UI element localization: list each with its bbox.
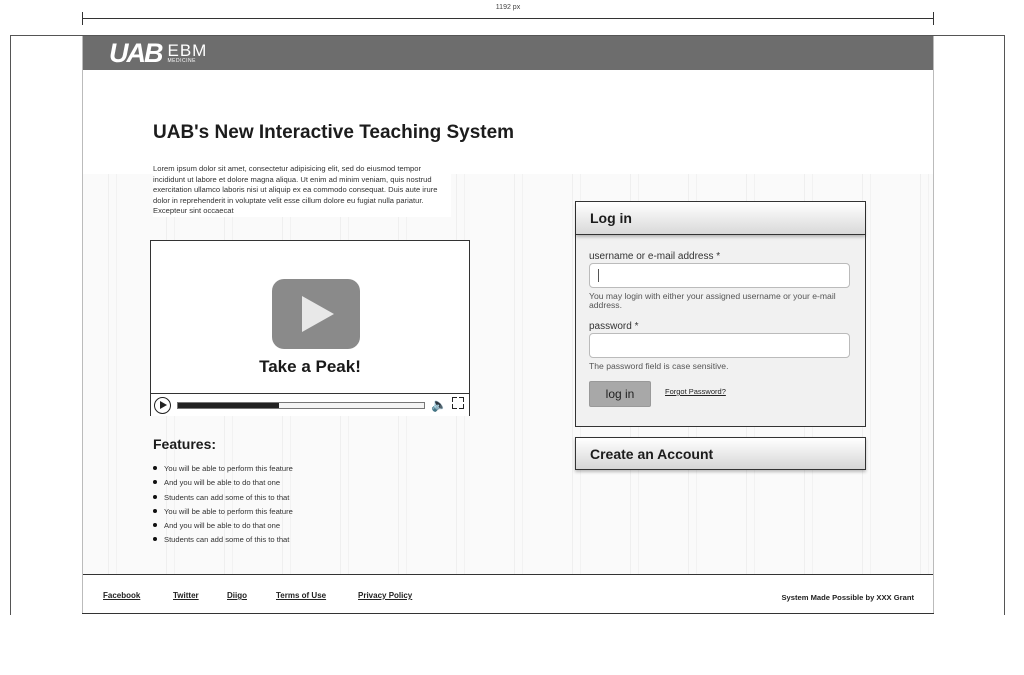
forgot-password-link[interactable]: Forgot Password?	[665, 387, 726, 396]
password-label: password *	[589, 321, 639, 332]
intro-text: Lorem ipsum dolor sit amet, consectetur …	[153, 164, 451, 217]
logo-ebm-text: EBM	[167, 41, 208, 60]
page-bottom-border	[82, 613, 934, 614]
video-caption: Take a Peak!	[259, 357, 361, 376]
feature-item: You will be able to perform this feature	[153, 505, 293, 519]
page: UAB EBM MEDICINE UAB's New Interactive T…	[82, 36, 934, 614]
frame-left-border	[10, 35, 11, 615]
feature-item: And you will be able to do that one	[153, 519, 293, 533]
username-input[interactable]	[589, 263, 850, 288]
header-bar: UAB EBM MEDICINE	[82, 36, 934, 70]
play-icon	[302, 296, 334, 332]
page-right-border	[933, 36, 934, 614]
logo-medicine-text: MEDICINE	[167, 58, 196, 64]
features-list: You will be able to perform this feature…	[153, 462, 293, 548]
video-controls: 🔈	[151, 393, 469, 416]
create-account-button[interactable]: Create an Account	[575, 437, 866, 470]
video-progress-bar[interactable]	[177, 402, 425, 409]
video-screen[interactable]: Take a Peak!	[151, 241, 469, 393]
uab-ebm-logo[interactable]: UAB EBM MEDICINE	[109, 38, 208, 68]
username-help-text: You may login with either your assigned …	[589, 291, 836, 310]
feature-item: And you will be able to do that one	[153, 476, 293, 490]
username-label: username or e-mail address *	[589, 251, 721, 262]
feature-item: You will be able to perform this feature	[153, 462, 293, 476]
video-progress-fill	[178, 403, 279, 408]
page-left-border	[82, 36, 83, 614]
fullscreen-icon[interactable]	[452, 397, 464, 409]
ruler-label: 1192 px	[493, 4, 523, 11]
footer-link-privacy[interactable]: Privacy Policy	[358, 591, 412, 600]
width-ruler: 1192 px	[82, 4, 934, 26]
footer-link-twitter[interactable]: Twitter	[173, 591, 199, 600]
page-title: UAB's New Interactive Teaching System	[153, 122, 515, 143]
frame-right-border	[1004, 35, 1005, 615]
footer-link-terms[interactable]: Terms of Use	[276, 591, 326, 600]
logo-uab-text: UAB	[109, 38, 163, 68]
login-title: Log in	[590, 210, 632, 226]
volume-icon[interactable]: 🔈	[431, 397, 447, 413]
footer-credit: System Made Possible by XXX Grant	[781, 593, 914, 602]
video-player[interactable]: Take a Peak! 🔈	[150, 240, 470, 416]
feature-item: Students can add some of this to that	[153, 533, 293, 547]
login-panel: Log in username or e-mail address * You …	[575, 201, 866, 427]
footer: Facebook Twitter Diigo Terms of Use Priv…	[82, 574, 934, 614]
password-input[interactable]	[589, 333, 850, 358]
text-caret	[598, 269, 599, 282]
feature-item: Students can add some of this to that	[153, 491, 293, 505]
create-account-label: Create an Account	[590, 446, 714, 462]
logo-ebm: EBM MEDICINE	[168, 42, 208, 64]
login-button[interactable]: log in	[589, 381, 651, 407]
big-play-button[interactable]	[272, 279, 360, 349]
play-pause-button[interactable]	[154, 397, 171, 414]
features-title: Features:	[153, 436, 217, 452]
footer-link-diigo[interactable]: Diigo	[227, 591, 247, 600]
footer-link-facebook[interactable]: Facebook	[103, 591, 140, 600]
password-help-text: The password field is case sensitive.	[589, 361, 729, 371]
login-panel-header: Log in	[576, 202, 865, 235]
play-small-icon	[160, 401, 167, 409]
